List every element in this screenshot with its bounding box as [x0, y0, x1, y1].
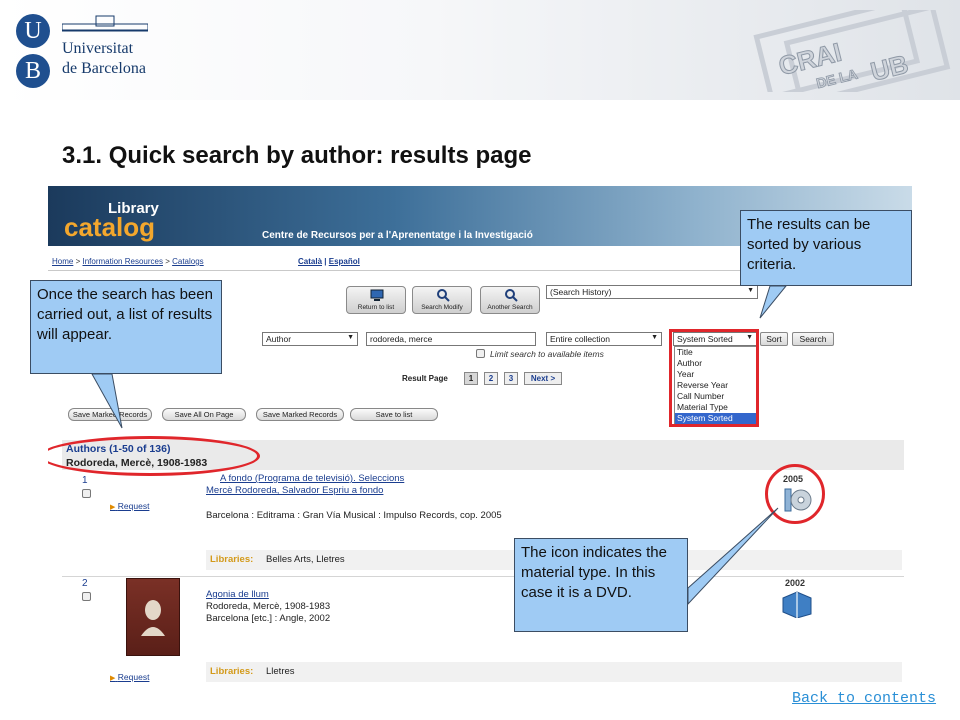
results-list-callout: Once the search has been carried out, a …: [30, 280, 222, 374]
sort-callout: The results can be sorted by various cri…: [740, 210, 912, 286]
back-to-contents-link[interactable]: Back to contents: [792, 690, 936, 707]
material-icon-callout: The icon indicates the material type. In…: [514, 538, 688, 632]
